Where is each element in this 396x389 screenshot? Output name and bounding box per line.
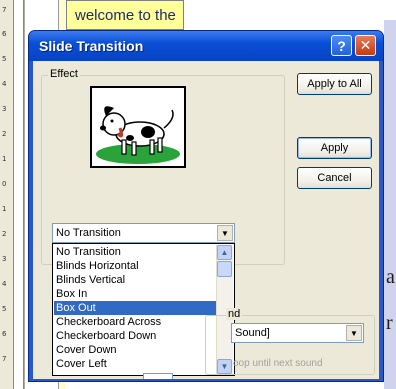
dialog-title: Slide Transition bbox=[39, 38, 144, 54]
dialog-titlebar[interactable]: Slide Transition ? ✕ bbox=[29, 31, 383, 61]
ruler-number: 6 bbox=[2, 330, 7, 338]
cancel-button[interactable]: Cancel bbox=[297, 167, 372, 189]
dialog-body: Effect No Transition ▼ No Transition Bli… bbox=[33, 61, 379, 379]
list-item[interactable]: Cover Down bbox=[54, 343, 217, 357]
ruler-number: 3 bbox=[2, 105, 7, 113]
apply-button[interactable]: Apply bbox=[297, 137, 372, 159]
apply-to-all-button[interactable]: Apply to All bbox=[297, 73, 372, 95]
list-item[interactable]: Box In bbox=[54, 287, 217, 301]
slide-text-fragment: r bbox=[386, 312, 393, 334]
scroll-up-icon[interactable]: ▲ bbox=[217, 245, 232, 260]
transition-preview-image[interactable] bbox=[90, 86, 186, 168]
sound-group-label: nd bbox=[226, 308, 243, 320]
list-item[interactable]: Blinds Horizontal bbox=[54, 259, 217, 273]
list-item-selected[interactable]: Box Out bbox=[54, 301, 217, 315]
chevron-down-icon[interactable]: ▼ bbox=[346, 325, 362, 341]
scroll-thumb[interactable] bbox=[217, 261, 232, 277]
sound-select[interactable]: Sound] ▼ bbox=[231, 323, 364, 343]
help-icon: ? bbox=[337, 37, 346, 54]
effect-group-label: Effect bbox=[48, 68, 80, 80]
ruler-number: 2 bbox=[2, 230, 7, 238]
chevron-down-icon[interactable]: ▼ bbox=[217, 225, 233, 241]
close-button[interactable]: ✕ bbox=[355, 35, 376, 56]
sound-select-value: Sound] bbox=[235, 327, 270, 339]
ruler-number: 1 bbox=[2, 155, 7, 163]
speed-field[interactable] bbox=[143, 373, 173, 379]
ruler-number: 4 bbox=[2, 80, 7, 88]
dog-icon bbox=[96, 106, 180, 164]
help-button[interactable]: ? bbox=[331, 35, 352, 56]
list-item[interactable]: Checkerboard Down bbox=[54, 329, 217, 343]
loop-sound-checkbox-label: oop until next sound bbox=[233, 358, 323, 369]
ruler-number: 5 bbox=[2, 55, 7, 63]
ruler-number: 5 bbox=[2, 305, 7, 313]
ruler-number: 3 bbox=[2, 255, 7, 263]
list-item[interactable]: Cover Left bbox=[54, 357, 217, 371]
list-item[interactable]: Blinds Vertical bbox=[54, 273, 217, 287]
ruler-number: 7 bbox=[2, 355, 7, 363]
close-icon: ✕ bbox=[359, 37, 372, 53]
effect-select-value: No Transition bbox=[56, 227, 121, 239]
list-item[interactable]: No Transition bbox=[54, 245, 217, 259]
ruler-number: 7 bbox=[2, 6, 7, 14]
ruler-number: 1 bbox=[2, 205, 7, 213]
slide-transition-dialog: Slide Transition ? ✕ Effect No Transitio… bbox=[28, 30, 384, 382]
vertical-ruler: 7 6 5 4 3 2 1 0 1 2 3 4 5 6 7 bbox=[0, 0, 25, 389]
list-item[interactable]: Checkerboard Across bbox=[54, 315, 217, 329]
effect-select[interactable]: No Transition ▼ bbox=[52, 223, 235, 243]
ruler-number: 6 bbox=[2, 30, 7, 38]
slide-text-box[interactable]: welcome to the bbox=[66, 0, 184, 30]
ruler-number: 4 bbox=[2, 280, 7, 288]
ruler-number: 2 bbox=[2, 130, 7, 138]
slide-text-fragment: a bbox=[386, 266, 395, 288]
ruler-number: 0 bbox=[2, 180, 7, 188]
